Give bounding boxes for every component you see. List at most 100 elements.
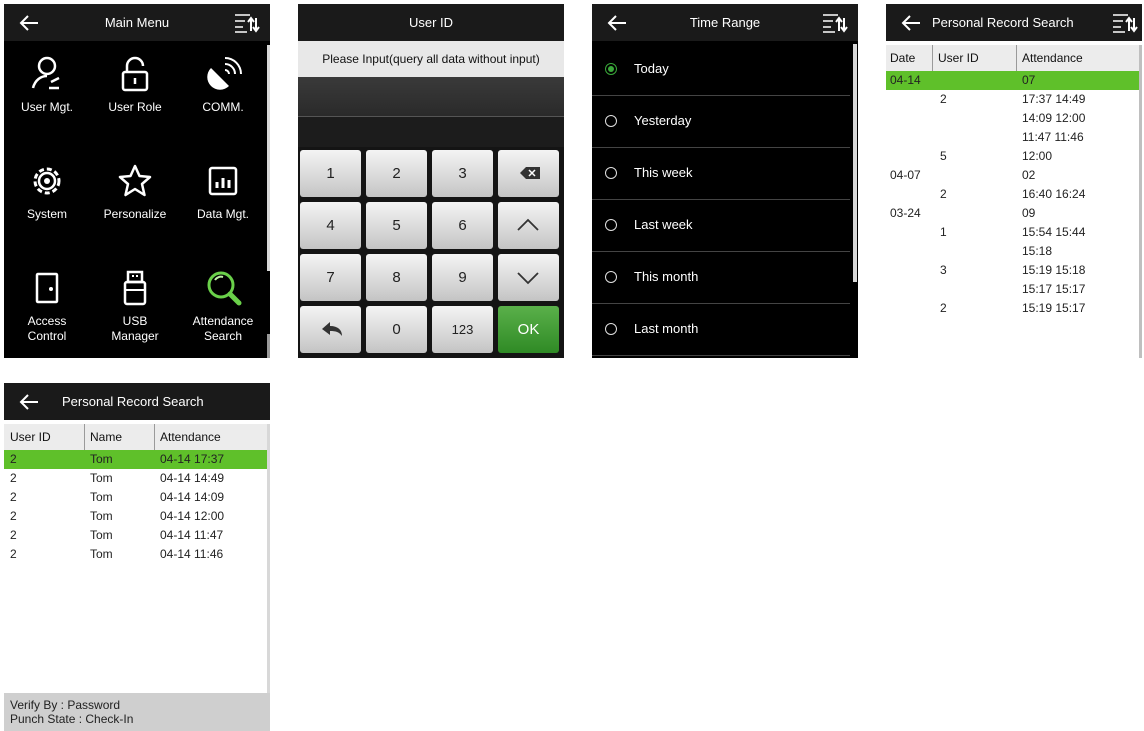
table-row[interactable]: 2 Tom 04-14 17:37 [4, 450, 267, 469]
cell-name: Tom [90, 528, 113, 542]
scrollbar[interactable] [267, 424, 270, 693]
table-row[interactable]: 11:47 11:46 [886, 128, 1139, 147]
input-prompt: Please Input(query all data without inpu… [298, 41, 564, 77]
table-header: Date User ID Attendance [886, 45, 1139, 71]
menu-item-label: User Role [108, 100, 162, 114]
cell-user-id: 2 [10, 547, 17, 561]
scrollbar-thumb[interactable] [267, 334, 270, 358]
key-0[interactable]: 0 [366, 306, 427, 353]
sort-menu-icon[interactable] [234, 12, 260, 34]
key-2[interactable]: 2 [366, 150, 427, 197]
back-arrow-icon[interactable] [18, 391, 40, 413]
cell-attendance: 15:17 15:17 [1022, 282, 1086, 296]
scrollbar[interactable] [853, 44, 857, 282]
table-row[interactable]: 1 15:54 15:44 [886, 223, 1139, 242]
key-3[interactable]: 3 [432, 150, 493, 197]
menu-item-attendance-search[interactable]: Attendance Search [180, 268, 266, 344]
menu-item-data-mgt[interactable]: Data Mgt. [180, 161, 266, 222]
user-id-header: User ID [298, 4, 564, 41]
cell-attendance: 09 [1022, 206, 1036, 220]
menu-item-usb-manager[interactable]: USB Manager [92, 268, 178, 344]
time-option-last-month[interactable]: Last month [592, 304, 850, 356]
sort-menu-icon[interactable] [822, 12, 848, 34]
table-row[interactable]: 3 15:19 15:18 [886, 261, 1139, 280]
key-5[interactable]: 5 [366, 202, 427, 249]
cell-user-id: 2 [10, 509, 17, 523]
column-header-user-id[interactable]: User ID [938, 45, 979, 71]
back-key[interactable] [300, 306, 361, 353]
time-option-this-week[interactable]: This week [592, 148, 850, 200]
table-row[interactable]: 2 Tom 04-14 12:00 [4, 507, 267, 526]
star-icon [115, 161, 155, 201]
option-label: Last week [634, 217, 693, 232]
ok-button[interactable]: OK [498, 306, 559, 353]
option-label: This month [634, 269, 699, 284]
table-row[interactable]: 2 Tom 04-14 11:46 [4, 545, 267, 564]
radio-icon [605, 323, 617, 335]
column-header-name[interactable]: Name [90, 424, 122, 450]
backspace-icon [520, 167, 540, 179]
sort-menu-icon[interactable] [1112, 12, 1138, 34]
menu-item-user-role[interactable]: User Role [92, 54, 178, 115]
time-option-yesterday[interactable]: Yesterday [592, 96, 850, 148]
time-option-this-month[interactable]: This month [592, 252, 850, 304]
table-row[interactable]: 15:17 15:17 [886, 280, 1139, 299]
cell-name: Tom [90, 471, 113, 485]
key-4[interactable]: 4 [300, 202, 361, 249]
table-row[interactable]: 2 16:40 16:24 [886, 185, 1139, 204]
option-label: Last month [634, 321, 699, 336]
menu-item-comm[interactable]: COMM. [180, 54, 266, 115]
menu-item-access-control[interactable]: Access Control [4, 268, 90, 344]
table-row[interactable]: 5 12:00 [886, 147, 1139, 166]
table-row[interactable]: 14:09 12:00 [886, 109, 1139, 128]
table-row[interactable]: 2 Tom 04-14 14:09 [4, 488, 267, 507]
column-header-user-id[interactable]: User ID [10, 424, 51, 450]
key-1[interactable]: 1 [300, 150, 361, 197]
radio-icon [605, 219, 617, 231]
key-6[interactable]: 6 [432, 202, 493, 249]
chevron-down-icon [517, 272, 539, 285]
record-details-footer: Verify By : Password Punch State : Check… [4, 693, 270, 731]
table-row[interactable]: 2 15:19 15:17 [886, 299, 1139, 318]
table-row[interactable]: 03-24 09 [886, 204, 1139, 223]
user-id-input[interactable] [298, 77, 564, 117]
key-123[interactable]: 123 [432, 306, 493, 353]
menu-item-system[interactable]: System [4, 161, 90, 222]
table-row[interactable]: 04-14 07 [886, 71, 1139, 90]
time-range-header: Time Range [592, 4, 858, 41]
key-8[interactable]: 8 [366, 254, 427, 301]
cell-user-id: 2 [10, 490, 17, 504]
record-search-header: Personal Record Search [886, 4, 1142, 41]
down-key[interactable] [498, 254, 559, 301]
record-search-by-user-screen: Personal Record Search User ID Name Atte… [4, 383, 270, 731]
cell-user-id: 2 [940, 301, 947, 315]
up-key[interactable] [498, 202, 559, 249]
table-row[interactable]: 2 Tom 04-14 14:49 [4, 469, 267, 488]
table-row[interactable]: 15:18 [886, 242, 1139, 261]
menu-item-personalize[interactable]: Personalize [92, 161, 178, 222]
scrollbar[interactable] [267, 45, 270, 271]
time-option-last-week[interactable]: Last week [592, 200, 850, 252]
cell-attendance: 15:18 [1022, 244, 1053, 258]
backspace-key[interactable] [498, 150, 559, 197]
punch-state-text: Punch State : Check-In [10, 712, 134, 726]
column-header-date[interactable]: Date [890, 45, 915, 71]
table-row[interactable]: 2 Tom 04-14 11:47 [4, 526, 267, 545]
scrollbar[interactable] [1139, 45, 1142, 358]
page-title: Main Menu [104, 15, 170, 30]
table-row[interactable]: 04-07 02 [886, 166, 1139, 185]
cell-date: 04-14 [890, 73, 921, 87]
column-header-attendance[interactable]: Attendance [160, 424, 221, 450]
column-header-attendance[interactable]: Attendance [1022, 45, 1083, 71]
key-7[interactable]: 7 [300, 254, 361, 301]
table-row[interactable]: 2 17:37 14:49 [886, 90, 1139, 109]
cell-name: Tom [90, 490, 113, 504]
key-9[interactable]: 9 [432, 254, 493, 301]
radio-icon [605, 167, 617, 179]
menu-item-user-mgt[interactable]: User Mgt. [4, 54, 90, 115]
back-arrow-icon[interactable] [900, 12, 922, 34]
page-title: User ID [408, 15, 454, 30]
time-option-today[interactable]: Today [592, 44, 850, 96]
magnifier-icon [203, 268, 243, 308]
cell-user-id: 1 [940, 225, 947, 239]
